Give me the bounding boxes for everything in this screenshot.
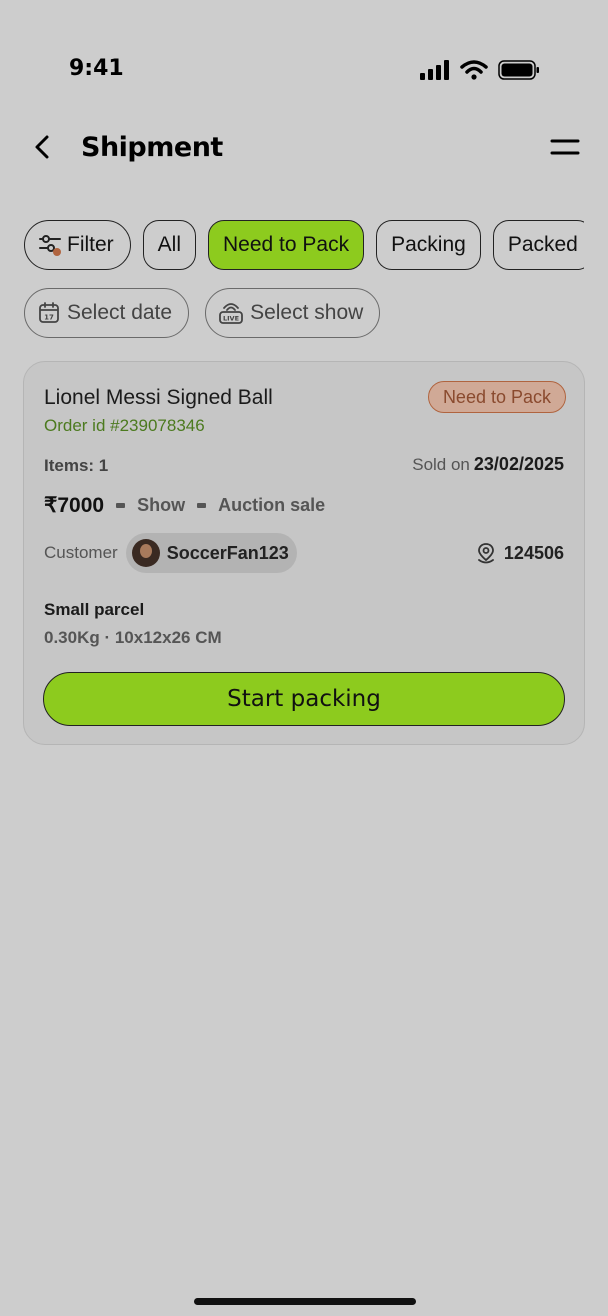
product-name: Lionel Messi Signed Ball [44,386,273,409]
filter-label: Filter [67,233,114,256]
status-icons [420,60,540,80]
customer-row: Customer SoccerFan123 [44,533,297,573]
sold-on-label: Sold on [412,455,470,474]
filter-icon [39,235,61,256]
order-card[interactable]: Lionel Messi Signed Ball Order id #23907… [23,361,585,745]
customer-chip[interactable]: SoccerFan123 [125,533,297,573]
pincode-value: 124506 [503,542,564,563]
select-date-button[interactable]: 17 Select date [24,288,190,338]
status-time: 9:41 [69,56,124,81]
select-show-label: Select show [250,301,364,324]
start-packing-button[interactable]: Start packing [43,672,565,726]
select-show-button[interactable]: LIVE Select show [205,288,381,338]
signal-icon [420,60,449,80]
order-id: Order id #239078346 [44,416,205,435]
live-icon: LIVE [219,303,243,324]
tab-need-to-pack[interactable]: Need to Pack [208,220,365,270]
sold-on-date: 23/02/2025 [473,454,564,474]
tab-all[interactable]: All [142,220,197,270]
tab-packed[interactable]: Packed [492,220,584,270]
price: ₹7000 [44,494,105,517]
avatar [131,539,160,567]
page-title: Shipment [81,132,223,163]
parcel-dimensions: 0.30Kg · 10x12x26 CM [44,628,222,647]
select-date-label: Select date [67,301,173,324]
parcel-type: Small parcel [44,600,145,619]
sale-type: Auction sale [218,495,326,515]
sold-on: Sold on 23/02/2025 [412,454,564,475]
wifi-icon [460,60,488,80]
header: Shipment [0,120,608,180]
home-indicator [194,1298,416,1305]
status-bar: 9:41 [0,0,608,100]
menu-button[interactable] [550,136,580,160]
sale-channel: Show [137,495,186,515]
pincode: 124506 [476,542,564,564]
chevron-left-icon [35,135,49,159]
menu-icon [550,139,580,155]
customer-label: Customer [44,543,118,562]
status-badge: Need to Pack [427,381,566,413]
separator [197,503,207,508]
tab-packing[interactable]: Packing [376,220,481,270]
separator [116,503,126,508]
status-tabs: Filter All Need to Pack Packing Packed [24,220,584,272]
filter-button[interactable]: Filter [24,220,131,270]
customer-name: SoccerFan123 [166,542,289,563]
items-count: Items: 1 [44,456,109,475]
price-row: ₹7000 Show Auction sale [44,493,325,518]
secondary-filters: 17 Select date LIVE Select show [24,288,381,338]
back-button[interactable] [28,132,58,162]
svg-text:LIVE: LIVE [223,315,239,323]
svg-text:17: 17 [44,314,54,322]
calendar-icon: 17 [39,302,59,323]
location-pin-icon [478,543,494,564]
battery-icon [498,60,539,80]
